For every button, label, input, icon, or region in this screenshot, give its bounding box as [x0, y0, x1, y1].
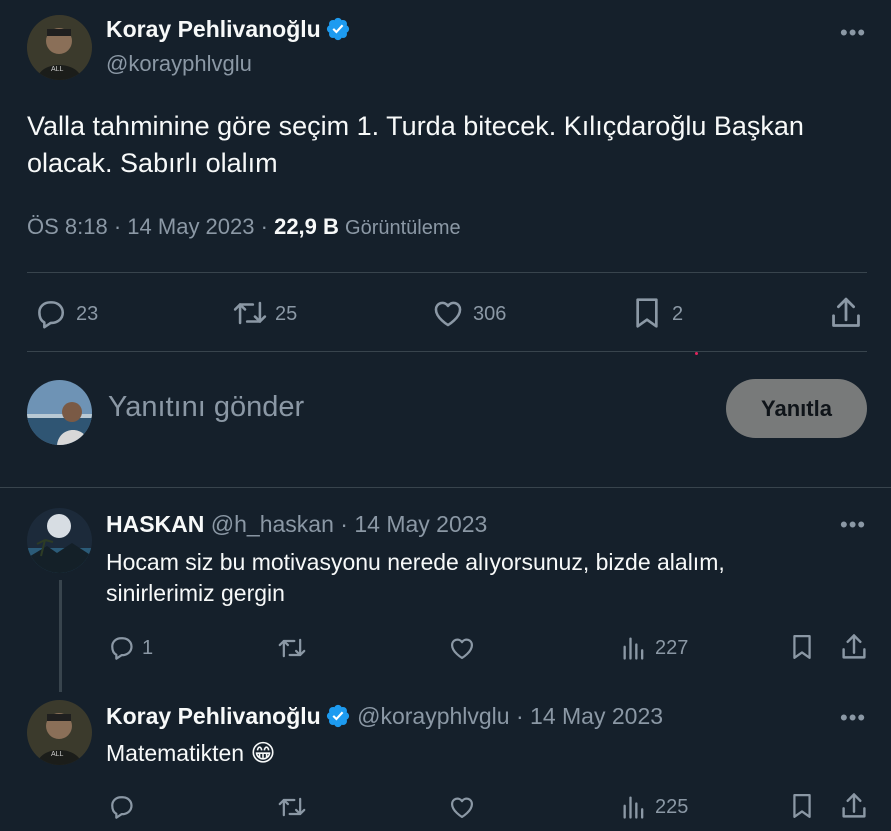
- views-label[interactable]: Görüntüleme: [345, 217, 461, 239]
- more-icon[interactable]: •••: [840, 20, 866, 46]
- author-name[interactable]: Koray Pehlivanoğlu: [106, 16, 321, 42]
- like-icon[interactable]: [447, 793, 477, 821]
- divider: [27, 351, 867, 352]
- tweet-text: Valla tahminine göre seçim 1. Turda bite…: [27, 108, 804, 182]
- views-count[interactable]: 22,9 B: [274, 214, 339, 239]
- reply-header: HASKAN @h_haskan · 14 May 2023: [106, 511, 487, 538]
- retweet-count[interactable]: 25: [275, 303, 297, 326]
- retweet-icon[interactable]: [276, 793, 308, 821]
- bookmark-icon[interactable]: [631, 295, 663, 331]
- tweet-time[interactable]: ÖS 8:18: [27, 214, 108, 239]
- author-name-row: Koray Pehlivanoğlu: [106, 16, 351, 43]
- reply-button[interactable]: Yanıtla: [726, 379, 867, 438]
- like-icon[interactable]: [430, 296, 466, 330]
- thread-line: [59, 580, 62, 692]
- svg-text:ALL: ALL: [51, 66, 64, 73]
- share-icon[interactable]: [840, 791, 868, 821]
- separator: ·: [515, 703, 524, 729]
- status-dot: [695, 352, 698, 355]
- tweet-meta: ÖS 8:18 · 14 May 2023 · 22,9 B Görüntüle…: [27, 214, 461, 240]
- share-icon[interactable]: [829, 295, 863, 331]
- like-icon[interactable]: [447, 634, 477, 662]
- reply-author-name[interactable]: HASKAN: [106, 511, 204, 537]
- reply-text-line: Hocam siz bu motivasyonu nerede alıyorsu…: [106, 549, 725, 575]
- tweet-date[interactable]: 14 May 2023: [127, 214, 254, 239]
- retweet-icon[interactable]: [231, 296, 269, 330]
- reply-text-line: sinirlerimiz gergin: [106, 580, 285, 606]
- reply-date[interactable]: 14 May 2023: [354, 511, 487, 537]
- views-icon[interactable]: [620, 793, 648, 821]
- reply-input[interactable]: Yanıtını gönder: [108, 391, 304, 424]
- bookmark-icon[interactable]: [789, 632, 815, 662]
- author-avatar[interactable]: ALL: [27, 15, 92, 80]
- views-count[interactable]: 227: [655, 637, 688, 660]
- bookmark-count[interactable]: 2: [672, 303, 683, 326]
- verified-badge-icon: [325, 16, 351, 42]
- separator: ·: [260, 214, 268, 239]
- reply-avatar-koray[interactable]: ALL: [27, 700, 92, 765]
- tweet-text-line: Valla tahminine göre seçim 1. Turda bite…: [27, 111, 804, 141]
- bookmark-icon[interactable]: [789, 791, 815, 821]
- reply-text-line: Matematikten: [106, 740, 245, 766]
- tweet-text-line: olacak. Sabırlı olalım: [27, 148, 278, 178]
- reply-author-handle[interactable]: @korayphlvglu: [357, 703, 509, 729]
- reply-count[interactable]: 23: [76, 303, 98, 326]
- more-icon[interactable]: •••: [840, 705, 866, 731]
- grinning-emoji: 😁: [250, 740, 276, 767]
- divider: [0, 487, 891, 488]
- user-avatar[interactable]: [27, 380, 92, 445]
- reply-header: Koray Pehlivanoğlu @korayphlvglu · 14 Ma…: [106, 703, 663, 730]
- views-icon[interactable]: [620, 634, 648, 662]
- svg-text:ALL: ALL: [51, 751, 64, 758]
- reply-text: Matematikten 😁: [106, 738, 275, 769]
- reply-icon[interactable]: [33, 296, 67, 330]
- verified-badge-icon: [325, 703, 351, 729]
- divider: [27, 272, 867, 273]
- retweet-icon[interactable]: [276, 634, 308, 662]
- separator: ·: [113, 214, 122, 239]
- like-count[interactable]: 306: [473, 303, 506, 326]
- share-icon[interactable]: [840, 632, 868, 662]
- reply-author-handle[interactable]: @h_haskan: [211, 511, 334, 537]
- reply-date[interactable]: 14 May 2023: [530, 703, 663, 729]
- more-icon[interactable]: •••: [840, 512, 866, 538]
- reply-icon[interactable]: [107, 792, 135, 820]
- reply-count[interactable]: 1: [142, 637, 153, 660]
- reply-icon[interactable]: [107, 633, 135, 661]
- separator: ·: [340, 511, 348, 537]
- views-count[interactable]: 225: [655, 796, 688, 819]
- reply-text: Hocam siz bu motivasyonu nerede alıyorsu…: [106, 547, 725, 609]
- author-handle[interactable]: @korayphlvglu: [106, 51, 252, 77]
- reply-avatar-haskan[interactable]: [27, 508, 92, 573]
- reply-author-name[interactable]: Koray Pehlivanoğlu: [106, 703, 321, 729]
